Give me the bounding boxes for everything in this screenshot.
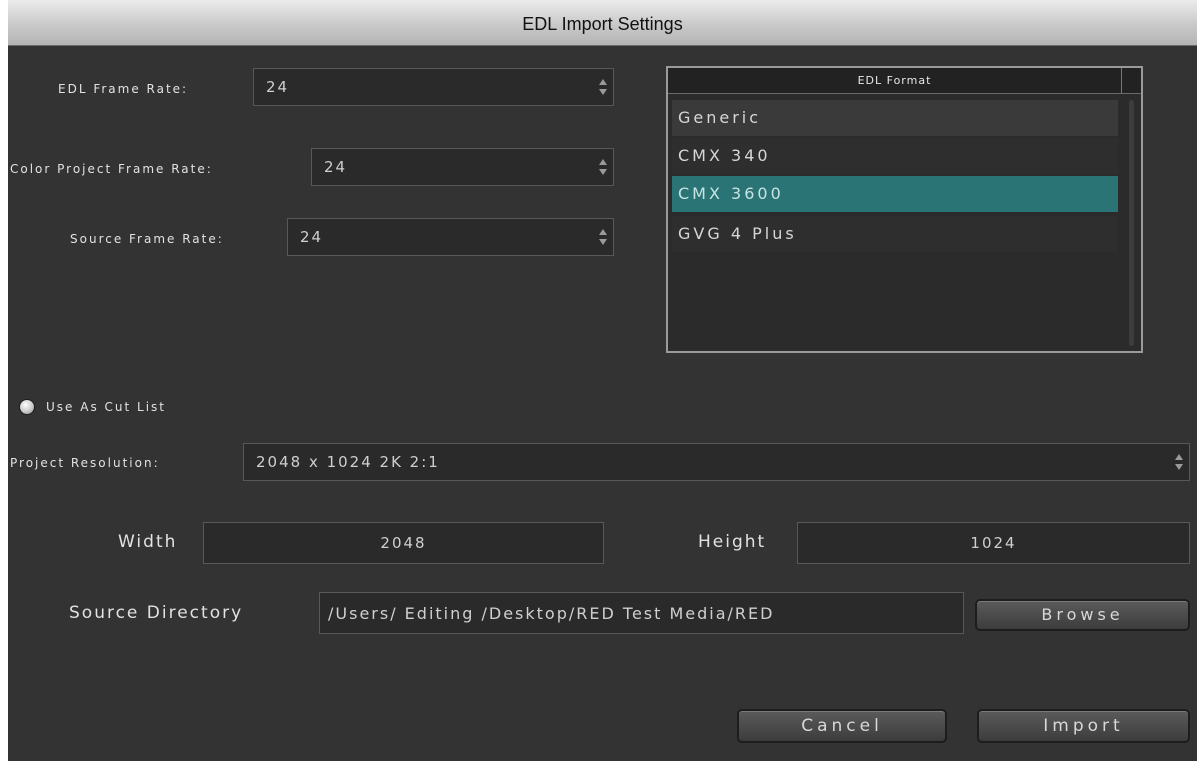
stepper-up-icon[interactable] [599, 159, 607, 165]
edl-frame-rate-field[interactable]: 24 [253, 68, 614, 106]
edl-import-dialog: EDL Import Settings EDL Frame Rate: 24 C… [8, 0, 1197, 761]
edl-format-header[interactable]: EDL Format [668, 68, 1121, 94]
stepper-down-icon[interactable] [599, 89, 607, 95]
use-as-cut-list-radio[interactable] [20, 400, 34, 414]
project-resolution-stepper[interactable] [1175, 453, 1183, 471]
stepper-down-icon[interactable] [1175, 464, 1183, 470]
edl-format-header-corner [1121, 68, 1141, 94]
edl-format-list[interactable]: EDL Format Generic CMX 340 CMX 3600 GVG … [666, 66, 1143, 353]
stepper-up-icon[interactable] [599, 79, 607, 85]
edl-format-item-gvg-4-plus[interactable]: GVG 4 Plus [672, 216, 1118, 252]
list-item-label: CMX 3600 [678, 184, 784, 203]
source-frame-rate-field[interactable]: 24 [287, 218, 614, 256]
color-project-frame-rate-label: Color Project Frame Rate: [10, 162, 213, 176]
color-project-frame-rate-stepper[interactable] [599, 158, 607, 176]
source-frame-rate-stepper[interactable] [599, 228, 607, 246]
project-resolution-select[interactable]: 2048 x 1024 2K 2:1 [243, 443, 1190, 481]
edl-frame-rate-label: EDL Frame Rate: [58, 82, 189, 96]
browse-button[interactable]: Browse [975, 599, 1190, 631]
window-title: EDL Import Settings [522, 14, 683, 34]
width-field[interactable]: 2048 [203, 522, 604, 564]
source-directory-label: Source Directory [69, 603, 244, 623]
import-button[interactable]: Import [977, 709, 1190, 743]
source-directory-value: /Users/ Editing /Desktop/RED Test Media/… [328, 603, 775, 623]
edl-format-item-cmx-3600[interactable]: CMX 3600 [672, 176, 1118, 212]
edl-format-item-cmx-340[interactable]: CMX 340 [672, 138, 1118, 174]
stepper-down-icon[interactable] [599, 239, 607, 245]
source-frame-rate-label: Source Frame Rate: [70, 232, 224, 246]
stepper-down-icon[interactable] [599, 169, 607, 175]
height-label: Height [698, 532, 767, 552]
list-item-label: Generic [678, 108, 762, 127]
edl-frame-rate-stepper[interactable] [599, 78, 607, 96]
stepper-up-icon[interactable] [599, 229, 607, 235]
project-resolution-label: Project Resolution: [10, 456, 160, 470]
width-label: Width [118, 532, 178, 552]
height-value: 1024 [970, 534, 1017, 552]
edl-format-item-generic[interactable]: Generic [672, 100, 1118, 136]
source-directory-field[interactable]: /Users/ Editing /Desktop/RED Test Media/… [319, 592, 964, 634]
source-frame-rate-value: 24 [300, 228, 324, 246]
edl-frame-rate-value: 24 [266, 78, 290, 96]
height-field[interactable]: 1024 [797, 522, 1190, 564]
stepper-up-icon[interactable] [1175, 454, 1183, 460]
list-item-label: GVG 4 Plus [678, 224, 797, 243]
color-project-frame-rate-value: 24 [324, 158, 348, 176]
cancel-button[interactable]: Cancel [737, 709, 947, 743]
color-project-frame-rate-field[interactable]: 24 [311, 148, 614, 186]
width-value: 2048 [380, 534, 427, 552]
window-title-bar[interactable]: EDL Import Settings [8, 0, 1197, 46]
edl-format-scrollbar[interactable] [1129, 100, 1134, 346]
project-resolution-value: 2048 x 1024 2K 2:1 [256, 453, 440, 471]
list-item-label: CMX 340 [678, 146, 771, 165]
use-as-cut-list-label[interactable]: Use As Cut List [46, 400, 166, 414]
